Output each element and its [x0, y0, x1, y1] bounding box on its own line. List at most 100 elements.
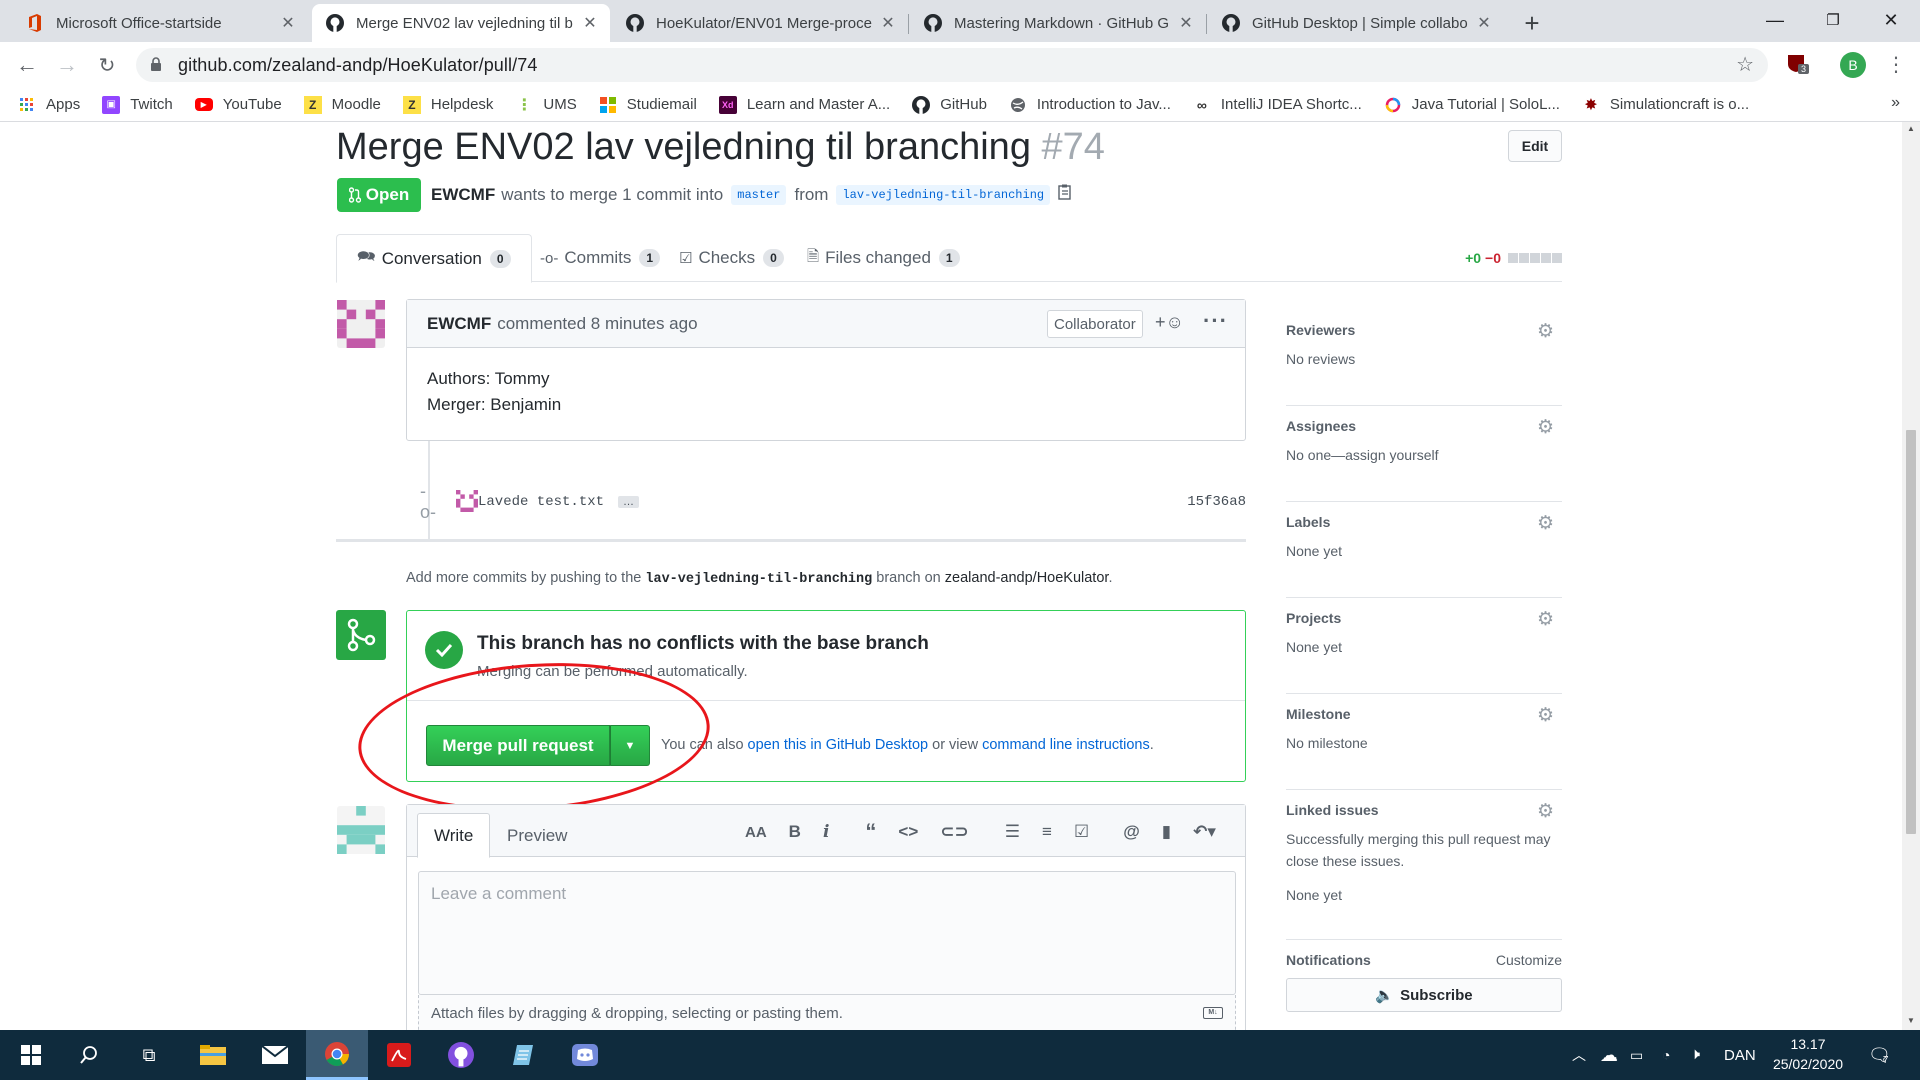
- bookmark-ums[interactable]: ⋮ UMS: [515, 96, 576, 114]
- windows-start-icon[interactable]: [0, 1030, 62, 1080]
- task-view-icon[interactable]: ⧉: [118, 1030, 180, 1080]
- chrome-taskbar-icon[interactable]: [306, 1030, 368, 1080]
- merge-options-dropdown[interactable]: ▼: [610, 725, 650, 766]
- bookmarks-overflow-button[interactable]: »: [1891, 94, 1900, 112]
- file-explorer-icon[interactable]: [182, 1030, 244, 1080]
- menu-dots-icon[interactable]: ⋮: [1886, 52, 1906, 77]
- projects-gear-icon[interactable]: ⚙: [1537, 608, 1554, 631]
- close-tab-icon[interactable]: ✕: [1476, 13, 1492, 33]
- scroll-up-arrow-icon[interactable]: ▲: [1907, 124, 1915, 133]
- search-icon[interactable]: [58, 1030, 120, 1080]
- numbered-list-icon[interactable]: ≡: [1042, 822, 1052, 842]
- discord-icon[interactable]: [554, 1030, 616, 1080]
- open-github-desktop-link[interactable]: open this in GitHub Desktop: [748, 737, 929, 753]
- avatar[interactable]: [337, 806, 385, 854]
- command-line-instructions-link[interactable]: command line instructions: [982, 737, 1150, 753]
- subscribe-button[interactable]: 🔈 Subscribe: [1286, 978, 1562, 1012]
- bulleted-list-icon[interactable]: ☰: [1005, 822, 1020, 842]
- close-tab-icon[interactable]: ✕: [280, 13, 296, 33]
- address-bar[interactable]: github.com/zealand-andp/HoeKulator/pull/…: [136, 48, 1768, 82]
- comment-author-link[interactable]: EWCMF: [427, 314, 491, 334]
- mention-icon[interactable]: @: [1123, 822, 1140, 842]
- assign-yourself-link[interactable]: No one—assign yourself: [1286, 444, 1562, 466]
- commit-sha-link[interactable]: 15f36a8: [1187, 494, 1246, 510]
- bookmark-youtube[interactable]: ▶ YouTube: [194, 96, 282, 113]
- reload-icon[interactable]: ↻: [90, 48, 124, 82]
- tab-files-changed[interactable]: 🗎 Files changed 1: [787, 234, 980, 282]
- code-icon[interactable]: <>: [898, 822, 918, 842]
- quote-icon[interactable]: “: [865, 819, 876, 845]
- bookmark-moodle[interactable]: Z Moodle: [303, 95, 381, 114]
- assignees-gear-icon[interactable]: ⚙: [1537, 416, 1554, 439]
- extension-shield-icon[interactable]: 3: [1786, 52, 1810, 76]
- header-text-icon[interactable]: AA: [745, 824, 767, 841]
- head-branch[interactable]: lav-vejledning-til-branching: [836, 184, 1051, 205]
- show-hidden-icons-icon[interactable]: ︿: [1572, 1030, 1586, 1080]
- wifi-icon[interactable]: ◔: [1662, 1030, 1670, 1080]
- linked-issues-gear-icon[interactable]: ⚙: [1537, 800, 1554, 823]
- page-scrollbar[interactable]: ▲ ▼: [1902, 122, 1920, 1030]
- bookmark-github[interactable]: GitHub: [912, 95, 987, 114]
- browser-tab-office[interactable]: Microsoft Office-startside ✕: [12, 4, 308, 42]
- bookmark-intellij[interactable]: ∞ IntelliJ IDEA Shortc...: [1193, 96, 1362, 114]
- reply-arrow-icon[interactable]: ↶▾: [1193, 822, 1216, 842]
- browser-tab-pr[interactable]: Merge ENV02 lav vejledning til b ✕: [312, 4, 610, 42]
- bookmark-icon[interactable]: ▮: [1162, 822, 1171, 842]
- attach-files-area[interactable]: Attach files by dragging & dropping, sel…: [418, 995, 1236, 1030]
- browser-tab-env01[interactable]: HoeKulator/ENV01 Merge-proce ✕: [612, 4, 908, 42]
- reviewers-gear-icon[interactable]: ⚙: [1537, 320, 1554, 343]
- commit-message-link[interactable]: Lavede test.txt: [478, 494, 604, 510]
- merge-pull-request-button[interactable]: Merge pull request: [426, 725, 610, 766]
- avatar[interactable]: [337, 300, 385, 348]
- tab-conversation[interactable]: 🗪 Conversation 0: [336, 234, 532, 283]
- base-branch[interactable]: master: [731, 184, 787, 205]
- new-tab-button[interactable]: +: [1512, 4, 1552, 42]
- bookmark-sololearn[interactable]: Java Tutorial | SoloL...: [1384, 96, 1560, 114]
- bold-icon[interactable]: B: [789, 822, 801, 842]
- commit-expand-button[interactable]: …: [618, 496, 640, 508]
- clock[interactable]: 13.17 25/02/2020: [1766, 1034, 1850, 1074]
- close-window-icon[interactable]: ✕: [1862, 0, 1920, 40]
- tab-write[interactable]: Write: [417, 813, 491, 858]
- minimize-icon[interactable]: —: [1746, 0, 1804, 40]
- language-indicator[interactable]: DAN: [1724, 1030, 1756, 1080]
- profile-avatar[interactable]: B: [1840, 52, 1866, 78]
- acrobat-icon[interactable]: [368, 1030, 430, 1080]
- notifications-icon[interactable]: 🗨 7: [1868, 1030, 1891, 1080]
- comment-options-icon[interactable]: ···: [1203, 308, 1228, 334]
- tab-checks[interactable]: ☑ Checks 0: [659, 234, 804, 282]
- mail-icon[interactable]: [244, 1030, 306, 1080]
- browser-tab-desktop[interactable]: GitHub Desktop | Simple collabo ✕: [1208, 4, 1504, 42]
- tab-preview[interactable]: Preview: [491, 813, 583, 858]
- onedrive-cloud-icon[interactable]: ☁: [1600, 1030, 1618, 1080]
- add-reaction-icon[interactable]: +☺: [1155, 312, 1184, 333]
- bookmark-apps[interactable]: Apps: [18, 96, 80, 114]
- bookmark-star-icon[interactable]: ☆: [1736, 52, 1754, 77]
- comment-textarea[interactable]: Leave a comment: [418, 871, 1236, 995]
- back-arrow-icon[interactable]: ←: [10, 48, 44, 82]
- forward-arrow-icon[interactable]: →: [50, 48, 84, 82]
- battery-icon[interactable]: ▭: [1630, 1030, 1643, 1080]
- browser-tab-markdown[interactable]: Mastering Markdown · GitHub G ✕: [910, 4, 1206, 42]
- milestone-gear-icon[interactable]: ⚙: [1537, 704, 1554, 727]
- tab-commits[interactable]: -o- Commits 1: [520, 234, 680, 282]
- bookmark-twitch[interactable]: ▣ Twitch: [102, 95, 173, 114]
- scroll-down-arrow-icon[interactable]: ▼: [1907, 1016, 1915, 1025]
- clipboard-icon[interactable]: [1058, 184, 1072, 205]
- volume-muted-icon[interactable]: 🕨: [1690, 1030, 1700, 1080]
- pr-author-link[interactable]: EWCMF: [431, 185, 495, 205]
- restore-icon[interactable]: ❐: [1804, 0, 1862, 40]
- edit-title-button[interactable]: Edit: [1508, 130, 1562, 162]
- close-tab-icon[interactable]: ✕: [582, 13, 598, 33]
- bookmark-simulationcraft[interactable]: ✸ Simulationcraft is o...: [1582, 96, 1749, 114]
- link-icon[interactable]: ⊂⊃: [940, 822, 969, 842]
- close-tab-icon[interactable]: ✕: [1178, 13, 1194, 33]
- task-list-icon[interactable]: ☑: [1074, 822, 1089, 842]
- italic-icon[interactable]: i: [823, 822, 829, 842]
- notepad-icon[interactable]: [492, 1030, 554, 1080]
- bookmark-studiemail[interactable]: Studiemail: [599, 96, 697, 114]
- bookmark-java-intro[interactable]: Introduction to Jav...: [1009, 96, 1171, 114]
- bookmark-helpdesk[interactable]: Z Helpdesk: [402, 95, 493, 114]
- scrollbar-thumb[interactable]: [1906, 430, 1916, 834]
- labels-gear-icon[interactable]: ⚙: [1537, 512, 1554, 535]
